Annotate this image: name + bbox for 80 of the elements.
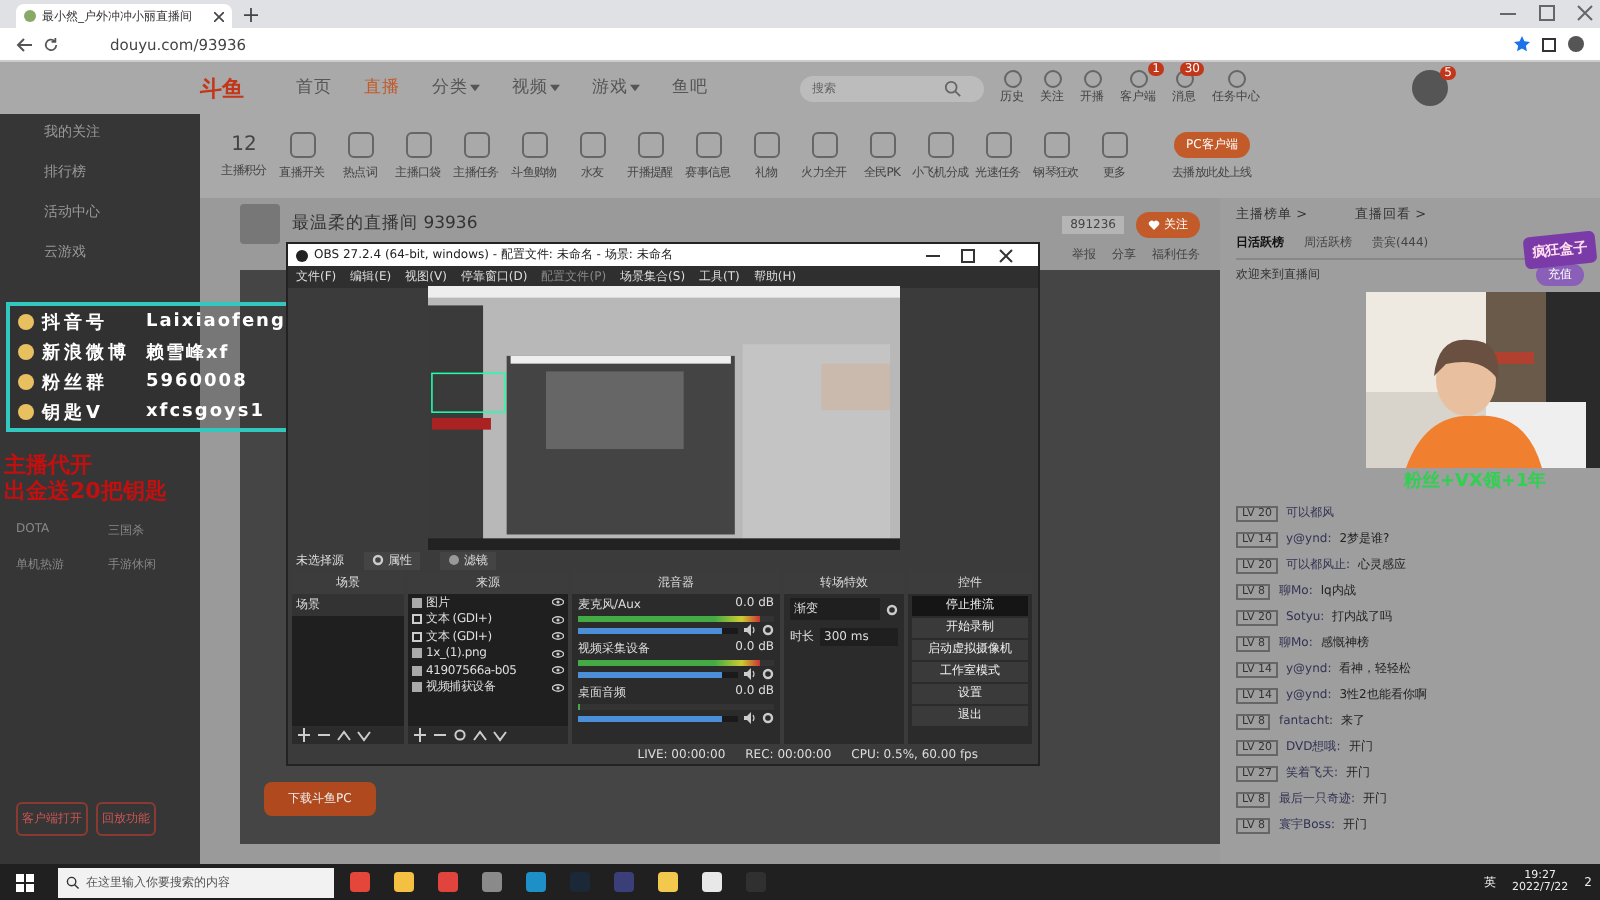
nav-link[interactable]: 分类 [432, 76, 480, 100]
speaker-icon[interactable] [744, 624, 756, 636]
social-label: 抖音号 [42, 310, 110, 335]
speaker-icon[interactable] [744, 668, 756, 680]
circle-icon [1129, 70, 1147, 88]
square-icon[interactable] [1043, 131, 1069, 157]
obs-logo-icon [296, 249, 308, 261]
volume-slider[interactable] [578, 671, 738, 677]
minimize-icon[interactable] [925, 254, 941, 256]
square-icon[interactable] [985, 131, 1011, 157]
room-title: 最温柔的直播间 93936 [292, 212, 478, 236]
promo-text: 主播代开 [4, 452, 94, 478]
star-icon[interactable] [1514, 36, 1530, 52]
search-icon [66, 875, 80, 889]
speaker-icon[interactable] [744, 712, 756, 724]
square-icon[interactable] [289, 131, 315, 157]
eye-icon[interactable] [552, 598, 564, 607]
nav-link[interactable]: 视频 [512, 76, 560, 100]
square-icon[interactable] [521, 131, 547, 157]
social-label: 钥匙V [42, 401, 106, 425]
nav-link[interactable]: 首页 [296, 76, 332, 100]
social-value: xfcsgoys1 [146, 402, 266, 422]
eye-icon[interactable] [552, 649, 564, 658]
square-icon[interactable] [927, 131, 953, 157]
volume-slider[interactable] [578, 715, 738, 721]
circle-icon [1043, 70, 1061, 88]
promo-text: 出金送20把钥匙 [4, 478, 167, 504]
settings-icon[interactable] [762, 624, 774, 636]
social-value: 赖雪峰xf [146, 341, 230, 365]
settings-icon[interactable] [762, 668, 774, 680]
eye-icon[interactable] [552, 666, 564, 675]
nav-link[interactable]: 游戏 [592, 76, 640, 100]
social-label: 新浪微博 [42, 340, 132, 365]
settings-icon[interactable] [886, 603, 898, 615]
square-icon[interactable] [811, 131, 837, 157]
site-icon [24, 10, 36, 22]
square-icon[interactable] [1101, 131, 1127, 157]
square-icon[interactable] [869, 131, 895, 157]
square-icon[interactable] [405, 131, 431, 157]
square-icon[interactable] [463, 131, 489, 157]
social-value: Laixiaofeng [146, 312, 286, 332]
webcam-caption: 粉丝+VX领+1年 [1404, 469, 1547, 494]
social-label: 粉丝群 [42, 371, 110, 395]
eye-icon[interactable] [552, 632, 564, 641]
search-icon[interactable] [944, 79, 962, 97]
taskbar-app-icon[interactable] [526, 872, 546, 892]
eye-icon[interactable] [552, 615, 564, 624]
taskbar-app-icon[interactable] [394, 872, 414, 892]
restore-icon[interactable] [1539, 5, 1555, 21]
profile-icon[interactable] [1568, 36, 1584, 52]
circle-icon [1227, 70, 1245, 88]
square-icon[interactable] [637, 131, 663, 157]
taskbar-app-icon[interactable] [658, 872, 678, 892]
sidebar-icon[interactable] [1542, 37, 1556, 51]
square-icon[interactable] [579, 131, 605, 157]
new-tab-icon[interactable] [244, 8, 258, 22]
square-icon[interactable] [753, 131, 779, 157]
back-icon[interactable] [16, 37, 32, 51]
volume-slider[interactable] [578, 627, 738, 633]
settings-icon[interactable] [762, 712, 774, 724]
circle-icon [1083, 70, 1101, 88]
filter-icon [448, 554, 460, 566]
square-icon[interactable] [347, 131, 373, 157]
close-icon[interactable] [214, 11, 224, 21]
eye-icon[interactable] [552, 683, 564, 692]
taskbar-app-icon[interactable] [438, 872, 458, 892]
count-text: 12 [231, 133, 257, 155]
taskbar-app-icon[interactable] [350, 872, 370, 892]
square-icon[interactable] [695, 131, 721, 157]
image-source-icon [412, 597, 422, 608]
gear-icon [372, 554, 384, 566]
maximize-icon[interactable] [961, 248, 975, 262]
taskbar-app-icon[interactable] [702, 872, 722, 892]
heart-icon [1148, 219, 1160, 229]
social-value: 5960008 [146, 372, 248, 392]
nav-link[interactable]: 鱼吧 [672, 76, 708, 100]
circle-icon [1003, 70, 1021, 88]
close-icon[interactable] [999, 248, 1013, 262]
reload-icon[interactable] [44, 37, 58, 51]
taskbar-app-icon[interactable] [482, 872, 502, 892]
